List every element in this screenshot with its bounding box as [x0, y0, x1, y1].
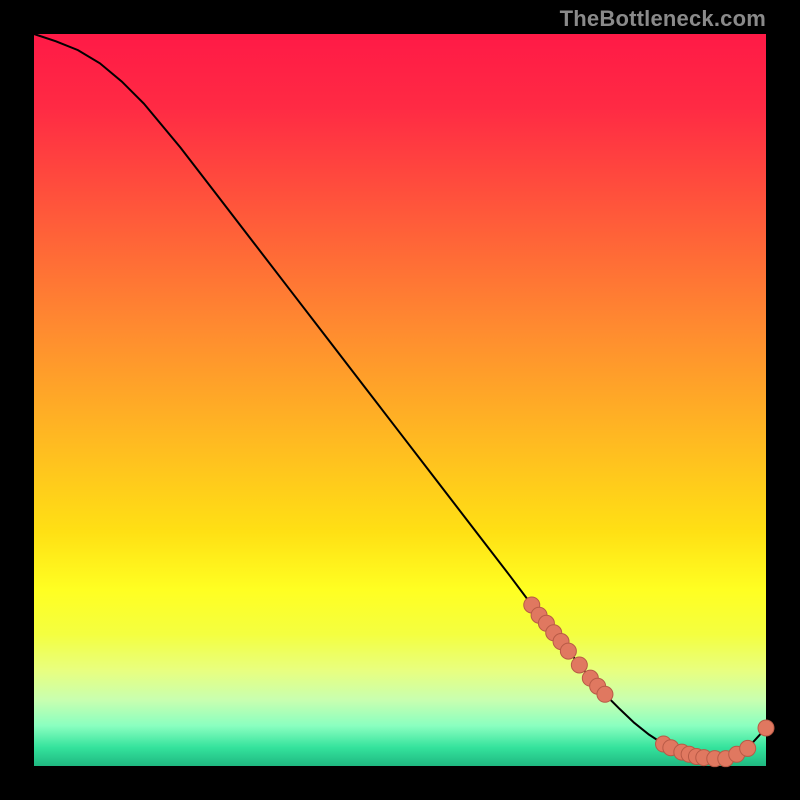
- marker-point: [571, 657, 587, 673]
- chart-stage: TheBottleneck.com: [0, 0, 800, 800]
- marker-point: [758, 720, 774, 736]
- marker-point: [740, 740, 756, 756]
- plot-area: [34, 34, 766, 766]
- plot-svg: [34, 34, 766, 766]
- marker-point: [597, 686, 613, 702]
- watermark-text: TheBottleneck.com: [560, 6, 766, 32]
- gradient-background: [34, 34, 766, 766]
- marker-point: [560, 643, 576, 659]
